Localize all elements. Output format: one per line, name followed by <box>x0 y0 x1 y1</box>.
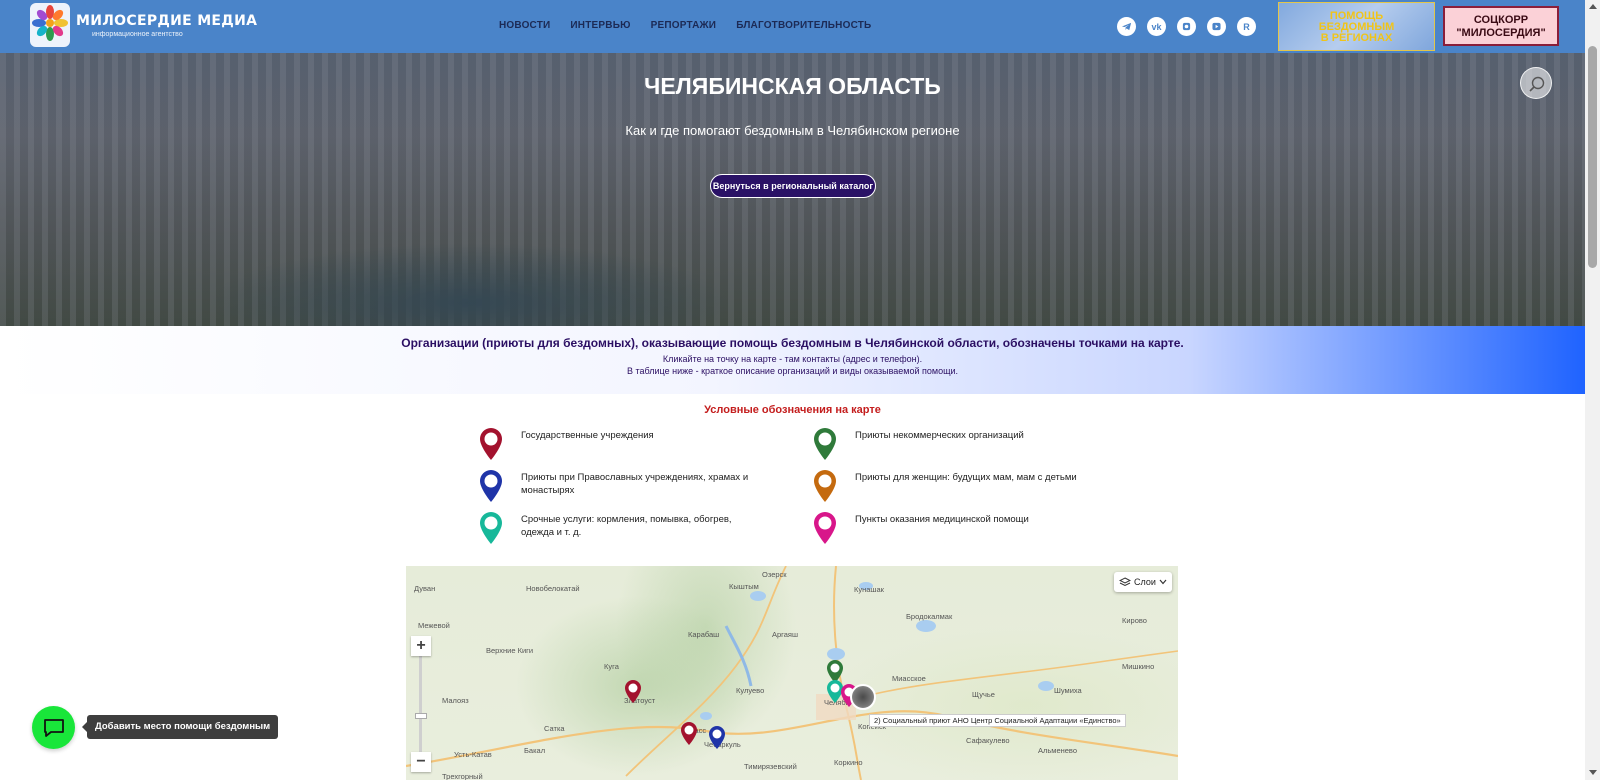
vk-icon[interactable]: vk <box>1147 17 1166 36</box>
nav-reports[interactable]: РЕПОРТАЖИ <box>651 20 717 31</box>
legend-item: Приюты при Православных учреждениях, хра… <box>478 469 761 503</box>
page-title: ЧЕЛЯБИНСКАЯ ОБЛАСТЬ <box>644 73 941 99</box>
zoom-in-button[interactable]: + <box>411 636 431 656</box>
map-place-label: Кунашак <box>854 585 884 594</box>
back-to-catalog-button[interactable]: Вернуться в региональный каталог <box>710 174 876 198</box>
map-pin-icon <box>814 512 836 544</box>
chat-icon <box>44 719 64 737</box>
page-scrollbar[interactable] <box>1585 0 1600 780</box>
map-place-label: Карабаш <box>688 630 720 639</box>
scroll-thumb[interactable] <box>1588 46 1597 268</box>
map-pin-icon <box>480 470 502 502</box>
help-homeless-regions-button[interactable]: ПОМОЩЬ БЕЗДОМНЫМ В РЕГИОНАХ <box>1278 2 1435 51</box>
map-place-label: Миасское <box>892 674 926 683</box>
map-place-label: Трехгорный <box>442 772 483 780</box>
map-place-label: Тимирязевский <box>744 762 797 771</box>
hero-banner: ЧЕЛЯБИНСКАЯ ОБЛАСТЬ Как и где помогают б… <box>0 53 1585 326</box>
soccorr-button[interactable]: СОЦКОРР "МИЛОСЕРДИЯ" <box>1443 6 1559 46</box>
map-place-label: Бродокалмак <box>906 612 953 621</box>
map[interactable]: Дуван Новобелокатай Озерск Кыштым Кунаша… <box>406 566 1178 780</box>
legend-item: Срочные услуги: кормления, помывка, обог… <box>478 511 761 545</box>
scroll-down-arrow[interactable] <box>1589 770 1597 775</box>
layers-button[interactable]: Слои <box>1114 572 1172 592</box>
map-place-label: Куга <box>604 662 619 671</box>
youtube-icon[interactable] <box>1207 17 1226 36</box>
map-place-label: Аргаяш <box>772 630 798 639</box>
add-help-place-tooltip: Добавить место помощи бездомным <box>81 715 279 739</box>
map-place-label: Дуван <box>414 584 436 593</box>
page: МИЛОСЕРДИЕ МЕДИА информационное агентств… <box>0 0 1600 780</box>
search-button[interactable] <box>1520 67 1552 99</box>
info-line: Кликайте на точку на карте - там контакт… <box>662 354 923 364</box>
page-subtitle: Как и где помогают бездомным в Челябинск… <box>625 123 960 138</box>
map-pin-icon <box>814 470 836 502</box>
map-place-label: Сатка <box>544 724 565 733</box>
map-place-label: Коркино <box>834 758 863 767</box>
ok-icon[interactable] <box>1177 17 1196 36</box>
map-place-label: Межевой <box>418 621 450 630</box>
logo-subtitle: информационное агентство <box>92 30 183 38</box>
main-nav: НОВОСТИ ИНТЕРВЬЮ РЕПОРТАЖИ БЛАГОТВОРИТЕЛ… <box>499 20 871 31</box>
layers-icon <box>1119 577 1131 587</box>
info-title: Организации (приюты для бездомных), оказ… <box>401 336 1184 350</box>
zoom-out-button[interactable]: − <box>411 752 431 772</box>
info-band: Организации (приюты для бездомных), оказ… <box>0 326 1585 394</box>
map-place-label: Альменево <box>1038 746 1077 755</box>
map-place-label: Мишкино <box>1122 662 1155 671</box>
map-marker-state[interactable] <box>624 680 642 704</box>
map-pin-icon <box>480 512 502 544</box>
zoom-slider-handle[interactable] <box>415 713 427 719</box>
legend-item: Приюты некоммерческих организаций <box>812 427 1024 461</box>
map-place-label: Новобелокатай <box>526 584 580 593</box>
map-place-label: Усть-Катав <box>454 750 492 759</box>
map-place-label: Бакал <box>524 746 546 755</box>
telegram-icon[interactable] <box>1117 17 1136 36</box>
rutube-icon[interactable]: R <box>1237 17 1256 36</box>
map-place-label: Кулуево <box>736 686 765 695</box>
map-place-label: Шумиха <box>1054 686 1082 695</box>
map-place-label: Озерск <box>762 570 787 579</box>
map-marker-cluster[interactable] <box>850 684 876 710</box>
map-place-label: Кирово <box>1122 616 1147 625</box>
map-place-label: Щучье <box>972 690 995 699</box>
map-pin-icon <box>480 428 502 460</box>
social-links: vk R <box>1117 17 1256 36</box>
map-tooltip: 2) Социальный приют АНО Центр Социальной… <box>869 714 1126 727</box>
map-place-label: Малояз <box>442 696 469 705</box>
zoom-slider[interactable] <box>419 646 422 758</box>
logo-title: МИЛОСЕРДИЕ МЕДИА <box>76 12 258 29</box>
site-header: МИЛОСЕРДИЕ МЕДИА информационное агентств… <box>0 0 1585 53</box>
map-pin-icon <box>814 428 836 460</box>
legend-title: Условные обозначения на карте <box>704 404 881 416</box>
info-line: В таблице ниже - краткое описание органи… <box>626 366 959 376</box>
map-marker-orthodox[interactable] <box>708 726 726 750</box>
logo[interactable]: МИЛОСЕРДИЕ МЕДИА информационное агентств… <box>30 3 257 47</box>
legend-item: Пункты оказания медицинской помощи <box>812 511 1029 545</box>
map-place-label: Сафакулево <box>966 736 1010 745</box>
map-marker-state[interactable] <box>680 722 698 746</box>
add-help-place-button[interactable] <box>32 706 75 749</box>
map-place-label: Верхние Киги <box>486 646 534 655</box>
scroll-up-arrow[interactable] <box>1589 4 1597 9</box>
nav-charity[interactable]: БЛАГОТВОРИТЕЛЬНОСТЬ <box>736 20 871 31</box>
nav-news[interactable]: НОВОСТИ <box>499 20 550 31</box>
nav-interviews[interactable]: ИНТЕРВЬЮ <box>570 20 630 31</box>
map-place-label: Кыштым <box>729 582 759 591</box>
legend-item: Приюты для женщин: будущих мам, мам с де… <box>812 469 1077 503</box>
logo-flower-icon <box>30 3 70 47</box>
search-icon <box>1529 76 1545 92</box>
legend-item: Государственные учреждения <box>478 427 654 461</box>
chevron-down-icon <box>1159 579 1167 585</box>
